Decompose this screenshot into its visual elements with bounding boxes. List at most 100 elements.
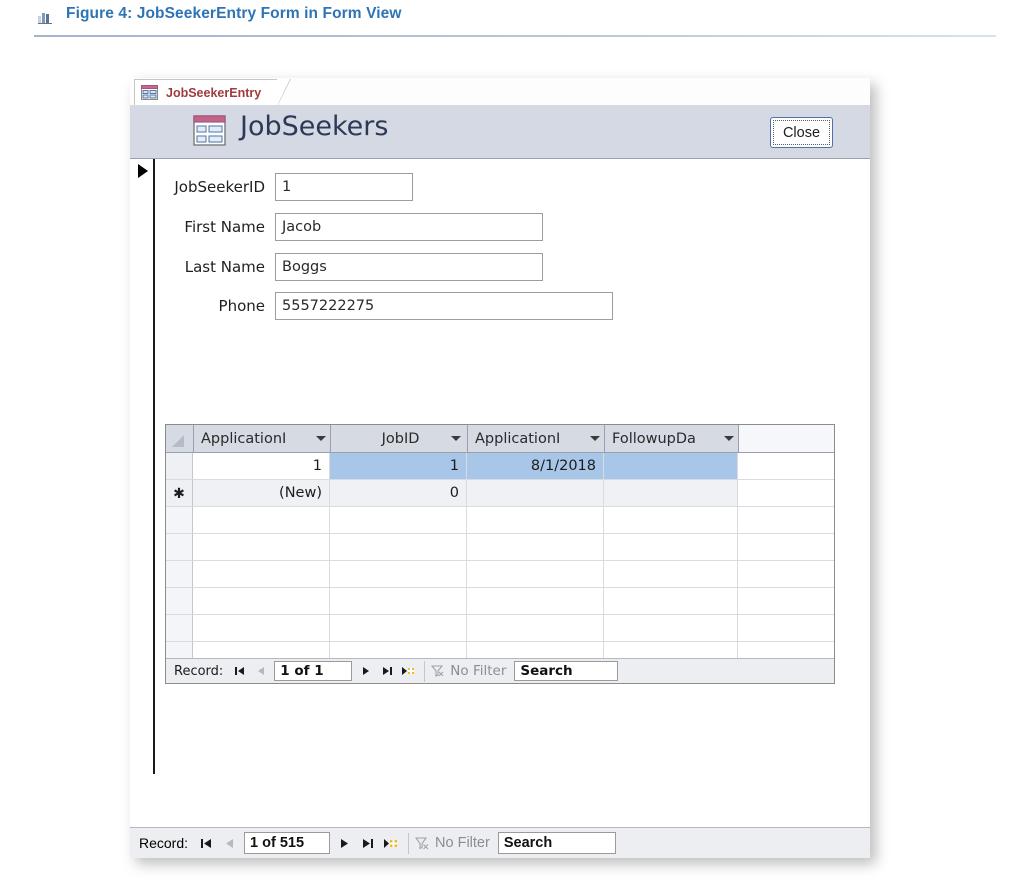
row-selector-blank [166, 561, 193, 588]
cell-blank [193, 561, 330, 588]
row-selector-blank [166, 615, 193, 642]
cell-blank [467, 507, 604, 534]
record-position-input[interactable]: 1 of 515 [244, 832, 331, 854]
row-selector-blank [166, 507, 193, 534]
subform-search-input[interactable]: Search [514, 661, 619, 681]
field-input-phone[interactable]: 5557222275 [275, 292, 613, 320]
cell-jobid-new[interactable]: 0 [330, 480, 467, 507]
subform-record-position-input[interactable]: 1 of 1 [274, 661, 353, 681]
row-selector[interactable] [166, 453, 193, 480]
table-row-blank [166, 615, 834, 642]
datasheet-select-all-corner[interactable] [166, 425, 194, 452]
cell-applicationid-new[interactable]: (New) [193, 480, 330, 507]
cell-blank [330, 534, 467, 561]
cell-blank [467, 561, 604, 588]
close-button-label: Close [782, 124, 821, 141]
close-button[interactable]: Close [770, 117, 833, 148]
subform-filter-label: No Filter [450, 663, 507, 679]
subform-navigator-label: Record: [174, 663, 224, 679]
form-detail-section: JobSeekerID 1 First Name Jacob Last Name… [130, 159, 870, 827]
field-row-first-name: First Name Jacob [150, 213, 543, 241]
previous-record-icon[interactable] [250, 661, 271, 682]
record-selector-arrow-icon[interactable] [138, 164, 148, 178]
cell-blank [193, 588, 330, 615]
cell-blank [604, 507, 738, 534]
cell-blank [738, 534, 834, 561]
chart-figure-icon [38, 13, 52, 24]
cell-blank [193, 615, 330, 642]
field-label-phone: Phone [218, 297, 265, 315]
cell-blank [330, 507, 467, 534]
column-header-label: FollowupDa [612, 430, 696, 447]
filter-off-icon [431, 665, 444, 677]
cell-followupdate-new[interactable] [604, 480, 738, 507]
first-record-icon[interactable] [229, 661, 250, 682]
filter-label: No Filter [435, 835, 490, 851]
table-row-blank [166, 588, 834, 615]
record-selector-bar [153, 159, 155, 774]
new-record-icon[interactable] [379, 832, 402, 855]
new-record-icon[interactable] [397, 661, 418, 682]
search-input[interactable]: Search [497, 832, 616, 854]
document-tab-strip: JobSeekerEntry [130, 78, 870, 107]
column-header-jobid[interactable]: JobID [331, 425, 468, 452]
chevron-down-icon[interactable] [590, 436, 600, 441]
cell-applicationdate-new[interactable] [467, 480, 604, 507]
cell-blank [604, 534, 738, 561]
form-record-navigator: Record: 1 of 515 No Filter Search [130, 827, 870, 858]
subform-filter-status[interactable]: No Filter [431, 663, 514, 679]
cell-blank [738, 588, 834, 615]
table-row-new[interactable]: ✱ (New) 0 [166, 480, 834, 507]
cell-blank [193, 507, 330, 534]
cell-blank [330, 561, 467, 588]
table-row[interactable]: 1 1 8/1/2018 [166, 453, 834, 480]
field-input-first-name[interactable]: Jacob [275, 213, 543, 241]
table-row-blank [166, 534, 834, 561]
access-form-window: JobSeekerEntry JobSeekers Close JobSeeke… [130, 78, 870, 858]
cell-applicationid[interactable]: 1 [193, 453, 330, 480]
column-header-applicationid[interactable]: ApplicationI [194, 425, 331, 452]
cell-followupdate[interactable] [604, 453, 738, 480]
figure-caption-text: Figure 4: JobSeekerEntry Form in Form Vi… [66, 5, 402, 22]
cell-blank [738, 561, 834, 588]
next-record-icon[interactable] [355, 661, 376, 682]
cell-blank [738, 507, 834, 534]
figure-caption-row: Figure 4: JobSeekerEntry Form in Form Vi… [0, 0, 1024, 37]
column-header-label: ApplicationI [201, 430, 287, 447]
new-record-row-selector-icon[interactable]: ✱ [166, 480, 193, 507]
field-label-jobseekerid: JobSeekerID [174, 178, 265, 196]
chevron-down-icon[interactable] [451, 436, 461, 441]
cell-blank [467, 615, 604, 642]
document-tab-label: JobSeekerEntry [166, 85, 262, 100]
cell-blank [604, 561, 738, 588]
document-tab-jobseekerentry[interactable]: JobSeekerEntry [134, 79, 292, 107]
last-record-icon[interactable] [356, 832, 379, 855]
table-row-blank [166, 507, 834, 534]
cell-applicationdate[interactable]: 8/1/2018 [467, 453, 604, 480]
last-record-icon[interactable] [376, 661, 397, 682]
first-record-icon[interactable] [195, 832, 218, 855]
cell-blank [467, 588, 604, 615]
form-icon [141, 85, 158, 100]
cell-blank [330, 588, 467, 615]
filter-status[interactable]: No Filter [415, 835, 498, 851]
chevron-down-icon[interactable] [724, 436, 734, 441]
previous-record-icon[interactable] [218, 832, 241, 855]
field-label-last-name: Last Name [184, 258, 265, 276]
cell-blank [330, 615, 467, 642]
field-row-jobseekerid: JobSeekerID 1 [150, 173, 413, 201]
next-record-icon[interactable] [333, 832, 356, 855]
chevron-down-icon[interactable] [316, 436, 326, 441]
column-header-label: JobID [381, 430, 420, 447]
row-selector-blank [166, 588, 193, 615]
field-label-first-name: First Name [184, 218, 265, 236]
cell-filler-new [738, 480, 834, 507]
column-header-followupdate[interactable]: FollowupDa [605, 425, 739, 452]
field-row-last-name: Last Name Boggs [150, 253, 543, 281]
column-header-applicationdate[interactable]: ApplicationI [468, 425, 605, 452]
field-input-last-name[interactable]: Boggs [275, 253, 543, 281]
field-input-jobseekerid[interactable]: 1 [275, 173, 413, 201]
cell-filler [738, 453, 834, 480]
cell-jobid[interactable]: 1 [330, 453, 467, 480]
cell-blank [193, 534, 330, 561]
